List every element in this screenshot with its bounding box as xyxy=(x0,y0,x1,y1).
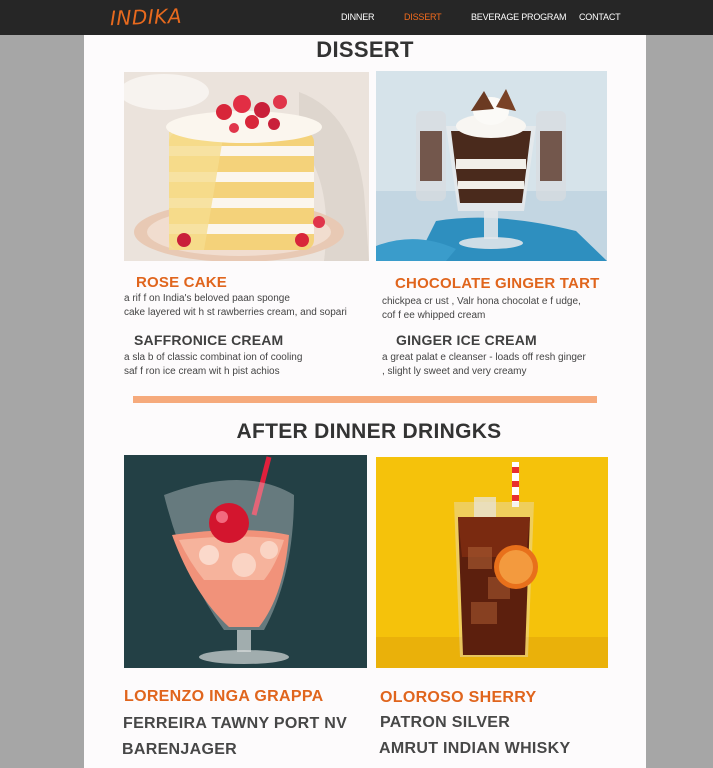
top-navbar: INDIKA DINNER DISSERT BEVERAGE PROGRAM C… xyxy=(0,0,713,35)
section-divider xyxy=(133,396,597,403)
dessert-item-name: GINGER ICE CREAM xyxy=(396,332,537,348)
nav-item-contact[interactable]: CONTACT xyxy=(579,12,621,22)
rose-cake-photo xyxy=(124,72,369,261)
dessert-item-desc: chickpea cr ust , Valr hona chocolat e f… xyxy=(382,296,581,321)
cocktail-photo xyxy=(124,455,367,668)
iced-drink-photo xyxy=(376,457,608,668)
drink-name: PATRON SILVER xyxy=(380,714,511,731)
nav-item-beverage-program[interactable]: BEVERAGE PROGRAM xyxy=(471,12,567,22)
brand-logo[interactable]: INDIKA xyxy=(110,4,183,30)
chocolate-ginger-tart-photo xyxy=(376,71,607,261)
nav-item-dissert[interactable]: DISSERT xyxy=(404,12,442,22)
drink-name: LORENZO INGA GRAPPA xyxy=(124,688,324,705)
nav-item-dinner[interactable]: DINNER xyxy=(341,12,375,22)
drinks-section-title: AFTER DINNER DRINGKS xyxy=(236,420,502,443)
drink-name: AMRUT INDIAN WHISKY xyxy=(379,740,571,757)
dessert-section-title: DISSERT xyxy=(316,37,414,62)
dessert-item-name: ROSE CAKE xyxy=(136,274,227,291)
dessert-item-desc: a rif f on India's beloved paan sponge c… xyxy=(124,293,347,318)
main-content: DISSERT ROSE CAKE a rif f on India's bel… xyxy=(84,35,646,768)
dessert-item-name: CHOCOLATE GINGER TART xyxy=(395,275,600,292)
dessert-item-desc: a sla b of classic combinat ion of cooli… xyxy=(124,352,303,377)
drink-name: OLOROSO SHERRY xyxy=(380,689,537,706)
drink-name: BARENJAGER xyxy=(122,741,238,758)
dessert-item-desc: a great palat e cleanser - loads off res… xyxy=(382,352,586,377)
drink-name: FERREIRA TAWNY PORT NV xyxy=(123,715,348,732)
dessert-item-name: SAFFRONICE CREAM xyxy=(134,332,284,348)
